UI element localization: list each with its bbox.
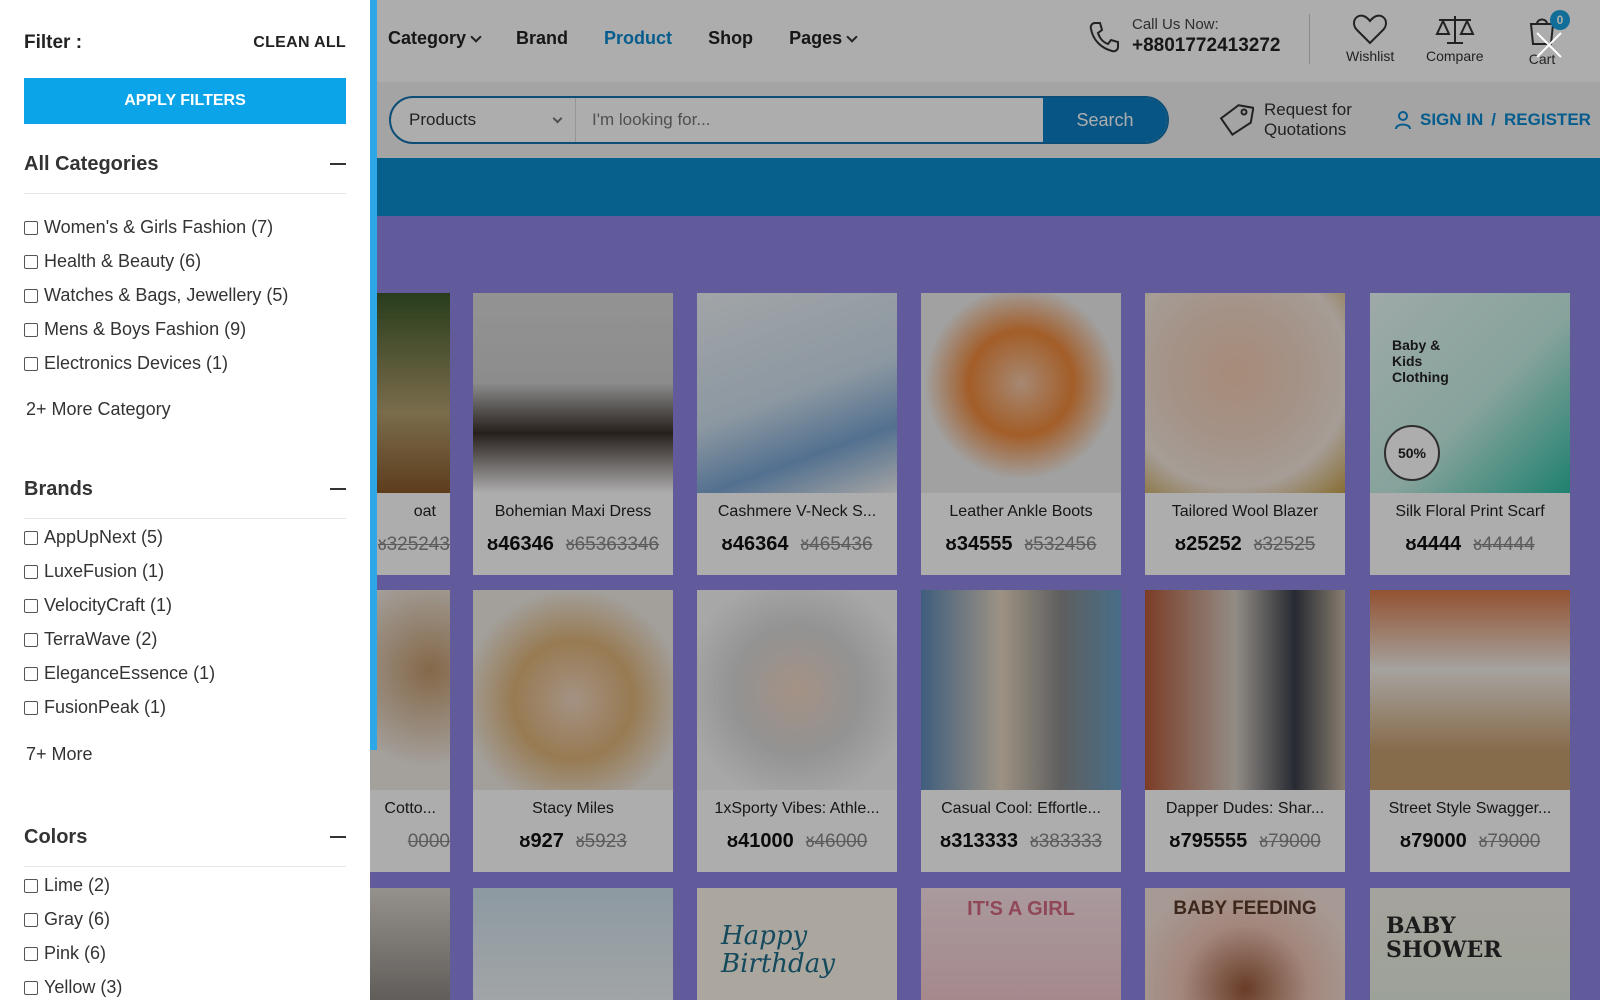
category-option[interactable]: Health & Beauty (6) (24, 251, 201, 272)
checkbox[interactable] (24, 878, 38, 893)
option-label: LuxeFusion (1) (44, 561, 165, 581)
option-label: Gray (6) (44, 909, 111, 929)
option-label: AppUpNext (5) (44, 527, 164, 547)
category-option[interactable]: Women's & Girls Fashion (7) (24, 217, 273, 238)
colors-section: Colors Lime (2) Gray (6) Pink (6) Yellow… (24, 822, 346, 1000)
categories-section: All Categories Women's & Girls Fashion (… (24, 149, 346, 429)
section-title: Colors (24, 825, 88, 848)
close-icon[interactable] (1534, 30, 1564, 60)
option-label: Pink (6) (44, 943, 107, 963)
more-brands-link[interactable]: 7+ More (26, 744, 93, 765)
checkbox[interactable] (24, 700, 38, 715)
checkbox[interactable] (24, 530, 38, 545)
checkbox[interactable] (24, 666, 38, 681)
option-label: Mens & Boys Fashion (9) (44, 319, 247, 339)
option-label: Health & Beauty (6) (44, 251, 202, 271)
checkbox[interactable] (24, 598, 38, 613)
brand-option[interactable]: TerraWave (2) (24, 629, 157, 650)
section-title: All Categories (24, 152, 159, 175)
brand-option[interactable]: LuxeFusion (1) (24, 561, 164, 582)
section-title: Brands (24, 477, 93, 500)
drawer-scrollbar[interactable] (370, 0, 377, 750)
option-label: FusionPeak (1) (44, 697, 167, 717)
apply-filters-button[interactable]: APPLY FILTERS (24, 78, 346, 124)
checkbox[interactable] (24, 220, 38, 235)
option-label: EleganceEssence (1) (44, 663, 216, 683)
brands-header[interactable]: Brands (24, 474, 346, 504)
divider (24, 518, 346, 519)
brand-option[interactable]: VelocityCraft (1) (24, 595, 172, 616)
checkbox[interactable] (24, 322, 38, 337)
option-label: Watches & Bags, Jewellery (5) (44, 285, 289, 305)
filter-drawer: Filter : CLEAN ALL APPLY FILTERS All Cat… (0, 0, 370, 1000)
divider (24, 193, 346, 194)
colors-header[interactable]: Colors (24, 822, 346, 852)
checkbox[interactable] (24, 632, 38, 647)
more-categories-link[interactable]: 2+ More Category (26, 399, 171, 420)
checkbox[interactable] (24, 980, 38, 995)
brand-option[interactable]: FusionPeak (1) (24, 697, 166, 718)
option-label: VelocityCraft (1) (44, 595, 173, 615)
option-label: Electronics Devices (1) (44, 353, 229, 373)
option-label: Yellow (3) (44, 977, 123, 997)
brand-option[interactable]: AppUpNext (5) (24, 527, 163, 548)
category-option[interactable]: Mens & Boys Fashion (9) (24, 319, 246, 340)
checkbox[interactable] (24, 564, 38, 579)
category-option[interactable]: Watches & Bags, Jewellery (5) (24, 285, 288, 306)
divider (24, 866, 346, 867)
checkbox[interactable] (24, 912, 38, 927)
brand-option[interactable]: EleganceEssence (1) (24, 663, 215, 684)
minus-icon[interactable] (330, 163, 346, 165)
color-option[interactable]: Lime (2) (24, 875, 110, 896)
clean-all-button[interactable]: CLEAN ALL (253, 34, 346, 52)
categories-header[interactable]: All Categories (24, 149, 346, 179)
color-option[interactable]: Gray (6) (24, 909, 110, 930)
brands-section: Brands AppUpNext (5) LuxeFusion (1) Velo… (24, 474, 346, 774)
filter-header: Filter : CLEAN ALL (24, 32, 346, 54)
option-label: Lime (2) (44, 875, 111, 895)
minus-icon[interactable] (330, 836, 346, 838)
color-option[interactable]: Pink (6) (24, 943, 106, 964)
color-option[interactable]: Yellow (3) (24, 977, 122, 998)
checkbox[interactable] (24, 356, 38, 371)
option-label: Women's & Girls Fashion (7) (44, 217, 274, 237)
minus-icon[interactable] (330, 488, 346, 490)
checkbox[interactable] (24, 946, 38, 961)
filter-title: Filter : (24, 32, 83, 53)
checkbox[interactable] (24, 288, 38, 303)
option-label: TerraWave (2) (44, 629, 158, 649)
category-option[interactable]: Electronics Devices (1) (24, 353, 228, 374)
checkbox[interactable] (24, 254, 38, 269)
